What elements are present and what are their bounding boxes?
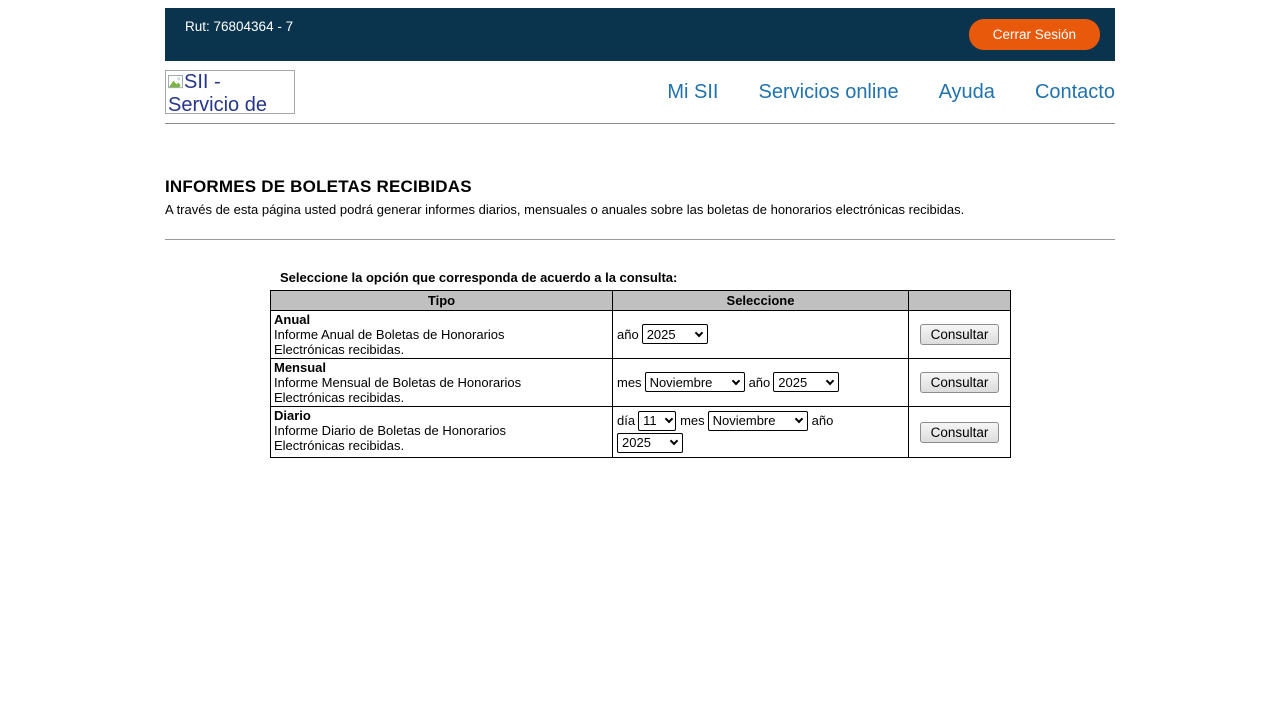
nav-mi-sii[interactable]: Mi SII [667, 81, 718, 104]
row-desc-mensual: Informe Mensual de Boletas de Honorarios… [274, 375, 572, 405]
row-desc-anual: Informe Anual de Boletas de Honorarios E… [274, 327, 572, 357]
table-header-row: Tipo Seleccione [271, 291, 1011, 311]
table-row-diario: Diario Informe Diario de Boletas de Hono… [271, 407, 1011, 458]
row-type-mensual: Mensual [274, 360, 609, 375]
diario-day-select[interactable]: 11 [638, 411, 676, 431]
informes-table: Tipo Seleccione Anual Informe Anual de B… [270, 290, 1011, 458]
table-row-anual: Anual Informe Anual de Boletas de Honora… [271, 311, 1011, 359]
table-row-mensual: Mensual Informe Mensual de Boletas de Ho… [271, 359, 1011, 407]
nav-servicios-online[interactable]: Servicios online [759, 81, 899, 104]
mensual-year-label: año [749, 375, 771, 390]
column-header-action [909, 291, 1011, 311]
diario-day-label: día [617, 413, 635, 428]
session-topbar: Rut: 76804364 - 7 Cerrar Sesión [165, 8, 1115, 61]
diario-year-select[interactable]: 2025 [617, 433, 683, 453]
column-header-tipo: Tipo [271, 291, 613, 311]
diario-year-label: año [812, 413, 834, 428]
main-nav: Mi SII Servicios online Ayuda Contacto [667, 81, 1115, 104]
mensual-consultar-button[interactable]: Consultar [920, 372, 1000, 393]
site-header: SII - Servicio de Mi SII Servicios onlin… [165, 61, 1115, 123]
rut-label: Rut: 76804364 - 7 [185, 19, 293, 61]
anual-year-select[interactable]: 2025 [642, 324, 708, 344]
consulta-section: Seleccione la opción que corresponda de … [270, 270, 1010, 458]
anual-year-label: año [617, 327, 639, 342]
row-type-diario: Diario [274, 408, 609, 423]
mensual-month-select[interactable]: Noviembre [645, 372, 745, 392]
broken-image-icon [168, 74, 183, 95]
row-type-anual: Anual [274, 312, 609, 327]
page-container: Rut: 76804364 - 7 Cerrar Sesión SII - Se… [165, 8, 1115, 458]
diario-month-select[interactable]: Noviembre [708, 411, 808, 431]
sii-logo-broken-image[interactable]: SII - Servicio de [165, 70, 295, 114]
nav-ayuda[interactable]: Ayuda [939, 81, 995, 104]
mensual-year-select[interactable]: 2025 [773, 372, 839, 392]
consulta-prompt: Seleccione la opción que corresponda de … [270, 270, 1010, 285]
column-header-seleccione: Seleccione [613, 291, 909, 311]
diario-month-label: mes [680, 413, 705, 428]
header-divider [165, 123, 1115, 124]
nav-contacto[interactable]: Contacto [1035, 81, 1115, 104]
logout-button[interactable]: Cerrar Sesión [969, 19, 1100, 50]
mensual-month-label: mes [617, 375, 642, 390]
page-intro: A través de esta página usted podrá gene… [165, 202, 1115, 217]
anual-consultar-button[interactable]: Consultar [920, 324, 1000, 345]
intro-divider [165, 239, 1115, 240]
diario-consultar-button[interactable]: Consultar [920, 422, 1000, 443]
page-title: INFORMES DE BOLETAS RECIBIDAS [165, 177, 1115, 197]
row-desc-diario: Informe Diario de Boletas de Honorarios … [274, 423, 572, 453]
